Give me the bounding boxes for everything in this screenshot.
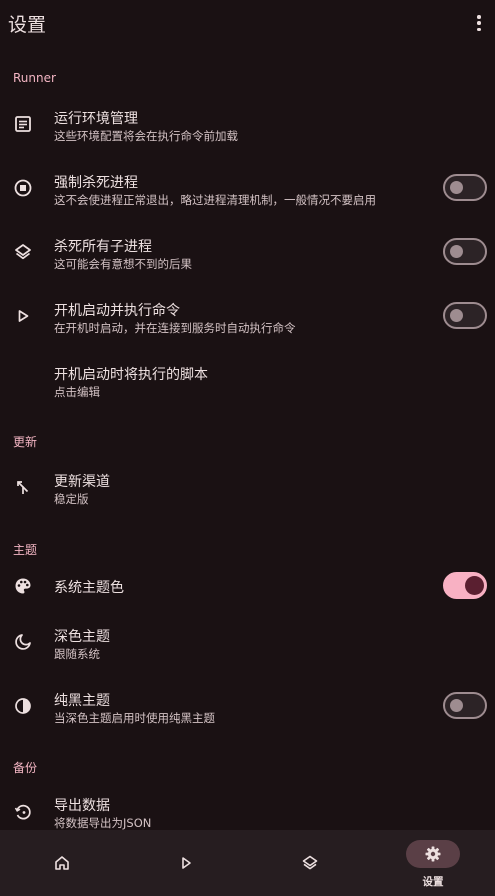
setting-export-data[interactable]: 导出数据 将数据导出为JSON bbox=[0, 788, 495, 830]
setting-subtitle: 这不会使进程正常退出，略过进程清理机制，一般情况不要启用 bbox=[54, 193, 376, 207]
active-indicator bbox=[406, 840, 460, 868]
setting-dark-theme[interactable]: 深色主题 跟随系统 bbox=[0, 618, 495, 674]
gear-icon bbox=[424, 845, 442, 863]
top-app-bar: 设置 bbox=[0, 0, 495, 46]
setting-env-manage[interactable]: 运行环境管理 这些环境配置将会在执行命令前加载 bbox=[0, 100, 495, 156]
nav-settings-label: 设置 bbox=[422, 876, 444, 888]
setting-system-color[interactable]: 系统主题色 bbox=[0, 568, 495, 604]
nav-settings[interactable]: 设置 bbox=[371, 830, 495, 896]
setting-title: 导出数据 bbox=[54, 798, 110, 814]
setting-subtitle: 将数据导出为JSON bbox=[54, 816, 152, 830]
setting-title: 深色主题 bbox=[54, 629, 110, 645]
bottom-navigation: 设置 bbox=[0, 830, 495, 896]
setting-update-channel[interactable]: 更新渠道 稳定版 bbox=[0, 463, 495, 519]
system-color-switch[interactable] bbox=[443, 572, 487, 599]
play-icon bbox=[13, 306, 33, 326]
section-header-backup: 备份 bbox=[13, 761, 38, 775]
play-icon bbox=[177, 854, 195, 872]
palette-icon bbox=[13, 576, 33, 596]
switch-knob bbox=[450, 181, 463, 194]
setting-subtitle: 点击编辑 bbox=[54, 385, 100, 399]
switch-knob bbox=[465, 576, 484, 595]
layers-icon bbox=[13, 242, 33, 262]
more-vert-icon[interactable] bbox=[473, 12, 485, 34]
stop-circle-icon bbox=[13, 178, 33, 198]
setting-force-kill[interactable]: 强制杀死进程 这不会使进程正常退出，略过进程清理机制，一般情况不要启用 bbox=[0, 164, 495, 220]
setting-title: 系统主题色 bbox=[54, 580, 124, 596]
setting-subtitle: 这可能会有意想不到的后果 bbox=[54, 257, 192, 271]
pure-black-switch[interactable] bbox=[443, 692, 487, 719]
setting-boot-run[interactable]: 开机启动并执行命令 在开机时启动，并在连接到服务时自动执行命令 bbox=[0, 292, 495, 348]
setting-subtitle: 这些环境配置将会在执行命令前加载 bbox=[54, 129, 238, 143]
section-header-runner: Runner bbox=[13, 71, 56, 85]
nav-home[interactable] bbox=[0, 830, 124, 896]
contrast-icon bbox=[13, 696, 33, 716]
setting-boot-script[interactable]: 开机启动时将执行的脚本 点击编辑 bbox=[0, 356, 495, 412]
switch-knob bbox=[450, 699, 463, 712]
setting-title: 强制杀死进程 bbox=[54, 175, 138, 191]
article-icon bbox=[13, 114, 33, 134]
restore-icon bbox=[13, 802, 33, 822]
setting-subtitle: 跟随系统 bbox=[54, 647, 100, 661]
section-header-update: 更新 bbox=[13, 435, 38, 449]
setting-title: 开机启动并执行命令 bbox=[54, 303, 180, 319]
setting-title: 开机启动时将执行的脚本 bbox=[54, 367, 208, 383]
setting-title: 更新渠道 bbox=[54, 474, 110, 490]
moon-icon bbox=[13, 632, 33, 652]
section-header-theme: 主题 bbox=[13, 543, 38, 557]
setting-kill-children[interactable]: 杀死所有子进程 这可能会有意想不到的后果 bbox=[0, 228, 495, 284]
nav-run[interactable] bbox=[124, 830, 248, 896]
layers-icon bbox=[301, 854, 319, 872]
setting-subtitle: 稳定版 bbox=[54, 492, 89, 506]
merge-icon bbox=[13, 477, 33, 497]
setting-subtitle: 在开机时启动，并在连接到服务时自动执行命令 bbox=[54, 321, 296, 335]
kill-children-switch[interactable] bbox=[443, 238, 487, 265]
home-icon bbox=[53, 854, 71, 872]
setting-title: 杀死所有子进程 bbox=[54, 239, 152, 255]
setting-title: 运行环境管理 bbox=[54, 111, 138, 127]
setting-title: 纯黑主题 bbox=[54, 693, 110, 709]
switch-knob bbox=[450, 245, 463, 258]
page-title: 设置 bbox=[8, 14, 47, 36]
nav-layers[interactable] bbox=[248, 830, 372, 896]
setting-subtitle: 当深色主题启用时使用纯黑主题 bbox=[54, 711, 215, 725]
boot-run-switch[interactable] bbox=[443, 302, 487, 329]
switch-knob bbox=[450, 309, 463, 322]
force-kill-switch[interactable] bbox=[443, 174, 487, 201]
setting-pure-black[interactable]: 纯黑主题 当深色主题启用时使用纯黑主题 bbox=[0, 682, 495, 738]
